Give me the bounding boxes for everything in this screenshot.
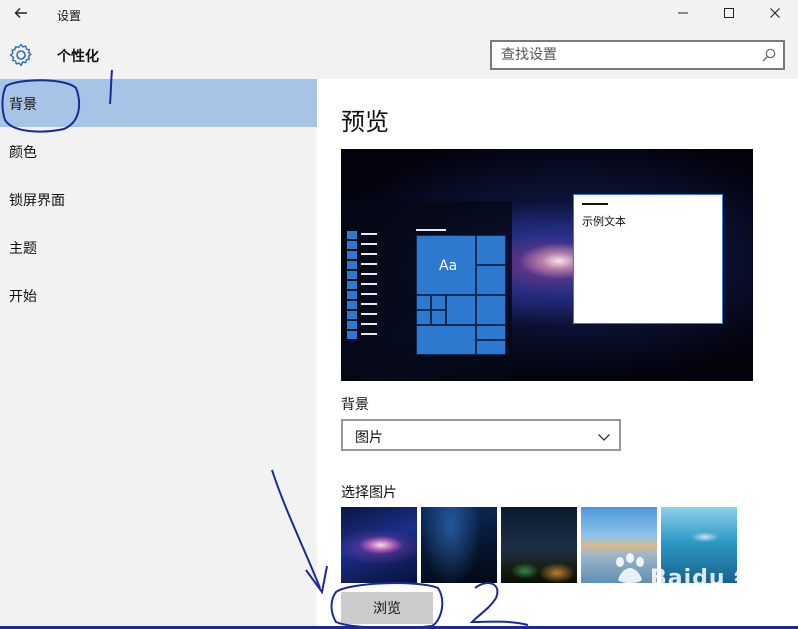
sidebar-item-label: 颜色 [9,145,37,161]
sidebar-item-label: 背景 [9,97,37,113]
sidebar-item-colors[interactable]: 颜色 [0,127,317,175]
picture-thumbnail[interactable] [501,507,577,583]
picture-thumbnail[interactable] [341,507,417,583]
background-label: 背景 [341,397,369,413]
preview-sample-window: 示例文本 [573,194,723,324]
gear-icon [8,42,34,68]
search-input[interactable] [492,42,757,68]
preview-start-menu: Aa [341,201,512,381]
back-arrow-icon[interactable] [10,5,32,25]
chevron-down-icon [597,429,611,443]
background-type-dropdown[interactable]: 图片 [341,419,621,451]
sidebar: 个性化 背景 颜色 锁屏界面 主题 开始 [0,30,317,629]
sidebar-item-start[interactable]: 开始 [0,271,317,319]
title-bar: 设置 [0,0,798,30]
page-title: 个性化 [57,49,99,65]
baidu-watermark: Baidu 经验 jingyan.baidu.com [610,540,770,623]
preview-tile-large: Aa [416,235,476,295]
choose-picture-label: 选择图片 [341,485,397,501]
preview-sample-text: 示例文本 [582,215,626,228]
sidebar-item-label: 锁屏界面 [9,193,65,209]
sidebar-item-label: 开始 [9,289,37,305]
annotation-mark-2 [469,582,529,626]
dropdown-value: 图片 [355,430,383,446]
paw-icon [616,553,644,583]
preview-tile-text: Aa [439,258,458,274]
search-icon[interactable] [761,47,777,63]
picture-thumbnail[interactable] [421,507,497,583]
sidebar-item-label: 主题 [9,241,37,257]
sidebar-item-themes[interactable]: 主题 [0,223,317,271]
sidebar-item-lock-screen[interactable]: 锁屏界面 [0,175,317,223]
maximize-button[interactable] [706,0,752,30]
sidebar-item-background[interactable]: 背景 [0,79,317,127]
minimize-button[interactable] [660,0,706,30]
preview-heading: 预览 [341,108,389,136]
watermark-url: jingyan.baidu.com [612,592,714,605]
browse-button[interactable]: 浏览 [341,592,433,624]
background-preview: Aa 示例文本 [341,149,753,381]
search-box [490,40,785,70]
window-title: 设置 [57,9,82,23]
close-button[interactable] [752,0,798,30]
